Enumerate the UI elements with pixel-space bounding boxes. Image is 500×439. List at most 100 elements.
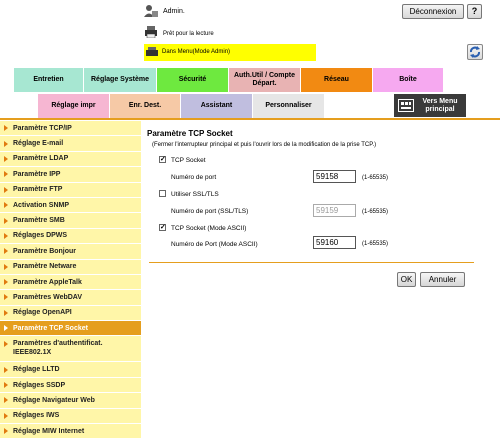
arrow-right-icon (4, 325, 8, 332)
arrow-right-icon (4, 279, 8, 286)
sidebar-item[interactable]: Paramètres d'authentificat. IEEE802.1X (0, 336, 141, 363)
sidebar-item-label: Réglage LLTD (13, 366, 60, 374)
help-button[interactable]: ? (467, 4, 482, 19)
sidebar-item-label: Réglage OpenAPI (13, 309, 72, 317)
sidebar-item-label: Paramètre Netware (13, 263, 77, 271)
arrow-right-icon (4, 155, 8, 162)
ascii-port-input[interactable]: 59160 (313, 236, 356, 249)
arrow-right-icon (4, 263, 8, 270)
sidebar-item[interactable]: Paramètre AppleTalk (0, 275, 141, 291)
port-range: (1-65535) (362, 175, 389, 181)
sidebar-item[interactable]: Réglages IWS (0, 409, 141, 425)
port-number-label: Numéro de port (171, 174, 217, 181)
ssl-port-label: Numéro de port (SSL/TLS) (171, 208, 249, 215)
arrow-right-icon (4, 171, 8, 178)
sidebar-item[interactable]: Paramètre TCP/IP (0, 121, 141, 137)
printer-status-icon (145, 26, 157, 38)
ssl-port-range: (1-65535) (362, 209, 389, 215)
arrow-right-icon (4, 294, 8, 301)
arrow-right-icon (4, 125, 8, 132)
arrow-right-icon (4, 341, 8, 348)
user-label: Admin. (163, 8, 185, 15)
tab-reglage-impr[interactable]: Réglage impr (38, 94, 109, 118)
arrow-right-icon (4, 186, 8, 193)
ok-button[interactable]: OK (397, 272, 416, 287)
sidebar-item[interactable]: Réglage Navigateur Web (0, 393, 141, 409)
refresh-button[interactable] (467, 44, 483, 60)
sidebar-item[interactable]: Paramètre Netware (0, 260, 141, 275)
arrow-right-icon (4, 412, 8, 419)
tab-boite[interactable]: Boîte (373, 68, 443, 92)
arrow-right-icon (4, 309, 8, 316)
tab-entretien[interactable]: Entretien (14, 68, 83, 92)
sidebar-item-label: Paramètre Bonjour (13, 247, 77, 255)
logout-button[interactable]: Déconnexion (402, 4, 464, 19)
tab-assistant[interactable]: Assistant (181, 94, 252, 118)
sidebar-item[interactable]: Paramètre IPP (0, 167, 141, 183)
ascii-port-label: Numéro de Port (Mode ASCII) (171, 241, 258, 248)
arrow-right-icon (4, 248, 8, 255)
sidebar-item-label: Paramètres WebDAV (13, 293, 82, 301)
ssl-tls-label: Utiliser SSL/TLS (171, 191, 219, 198)
ssl-port-input[interactable]: 59159 (313, 204, 356, 217)
main-menu-label: Vers Menu principal (422, 97, 458, 113)
header-divider (0, 118, 500, 120)
sidebar-item[interactable]: Réglages DPWS (0, 229, 141, 245)
admin-mode-bar: Dans Menu(Mode Admin) (144, 44, 316, 61)
sidebar-item-label: Paramètre TCP/IP (13, 124, 72, 132)
port-number-input[interactable]: 59158 (313, 170, 356, 183)
tab-personnaliser[interactable]: Personnaliser (253, 94, 324, 118)
tab-reglage-systeme[interactable]: Réglage Système (84, 68, 156, 92)
printer-icon (146, 47, 158, 56)
arrow-right-icon (4, 202, 8, 209)
sidebar-item-label: Réglages DPWS (13, 232, 68, 240)
tcp-socket-label: TCP Socket (171, 157, 206, 164)
arrow-right-icon (4, 217, 8, 224)
ssl-tls-checkbox[interactable] (159, 190, 166, 197)
sidebar-item-label: Activation SNMP (13, 201, 70, 209)
sidebar-item[interactable]: Paramètre SMB (0, 213, 141, 229)
sidebar-item[interactable]: Paramètre LDAP (0, 152, 141, 168)
refresh-icon (470, 46, 480, 58)
sidebar-item[interactable]: Activation SNMP (0, 198, 141, 214)
tab-securite[interactable]: Sécurité (157, 68, 228, 92)
sidebar-item-label: Paramètre FTP (13, 186, 63, 194)
sidebar-item-label: Réglage Navigateur Web (13, 396, 95, 404)
tab-auth-util[interactable]: Auth.Util / Compte Départ. (229, 68, 300, 92)
sidebar-item[interactable]: Paramètre TCP Socket (0, 321, 141, 337)
sidebar-item[interactable]: Réglage MIW Internet (0, 424, 141, 439)
tab-enr-dest[interactable]: Enr. Dest. (110, 94, 180, 118)
printer-status-text: Prêt pour la lecture (163, 31, 214, 37)
sidebar-item[interactable]: Paramètres WebDAV (0, 290, 141, 306)
sidebar-item[interactable]: Réglages SSDP (0, 378, 141, 394)
main-menu-button[interactable]: Vers Menu principal (394, 94, 466, 117)
sidebar-item[interactable]: Réglage LLTD (0, 362, 141, 378)
arrow-right-icon (4, 382, 8, 389)
sidebar-item-label: Réglage E-mail (13, 140, 64, 148)
sidebar-item-label: Réglages IWS (13, 412, 60, 420)
restart-note: (Fermer l'interrupteur principal et puis… (152, 142, 377, 148)
ascii-mode-checkbox[interactable]: ✓ (159, 224, 166, 231)
sidebar-item-label: Paramètre AppleTalk (13, 278, 82, 286)
arrow-right-icon (4, 366, 8, 373)
cancel-button[interactable]: Annuler (420, 272, 465, 287)
arrow-right-icon (4, 140, 8, 147)
arrow-right-icon (4, 428, 8, 435)
tab-reseau[interactable]: Réseau (301, 68, 372, 92)
sidebar-item[interactable]: Réglage OpenAPI (0, 306, 141, 322)
sidebar-item-label: Paramètres d'authentificat. IEEE802.1X (13, 340, 103, 357)
mode-text: Dans Menu(Mode Admin) (162, 49, 231, 55)
sidebar-item[interactable]: Réglage E-mail (0, 136, 141, 152)
page-title: Paramètre TCP Socket (147, 129, 233, 138)
sidebar-item[interactable]: Paramètre FTP (0, 183, 141, 198)
sidebar-item-label: Réglages SSDP (13, 381, 66, 389)
sidebar-item-label: Paramètre LDAP (13, 155, 69, 163)
arrow-right-icon (4, 397, 8, 404)
tcp-socket-checkbox[interactable]: ✓ (159, 156, 166, 163)
sidebar-item-label: Paramètre TCP Socket (13, 324, 88, 332)
menu-grid-icon (398, 99, 414, 112)
sidebar: Paramètre TCP/IP Réglage E-mail Paramètre … (0, 121, 141, 439)
sidebar-item[interactable]: Paramètre Bonjour (0, 244, 141, 260)
ascii-port-range: (1-65535) (362, 241, 389, 247)
sidebar-item-label: Paramètre IPP (13, 170, 61, 178)
